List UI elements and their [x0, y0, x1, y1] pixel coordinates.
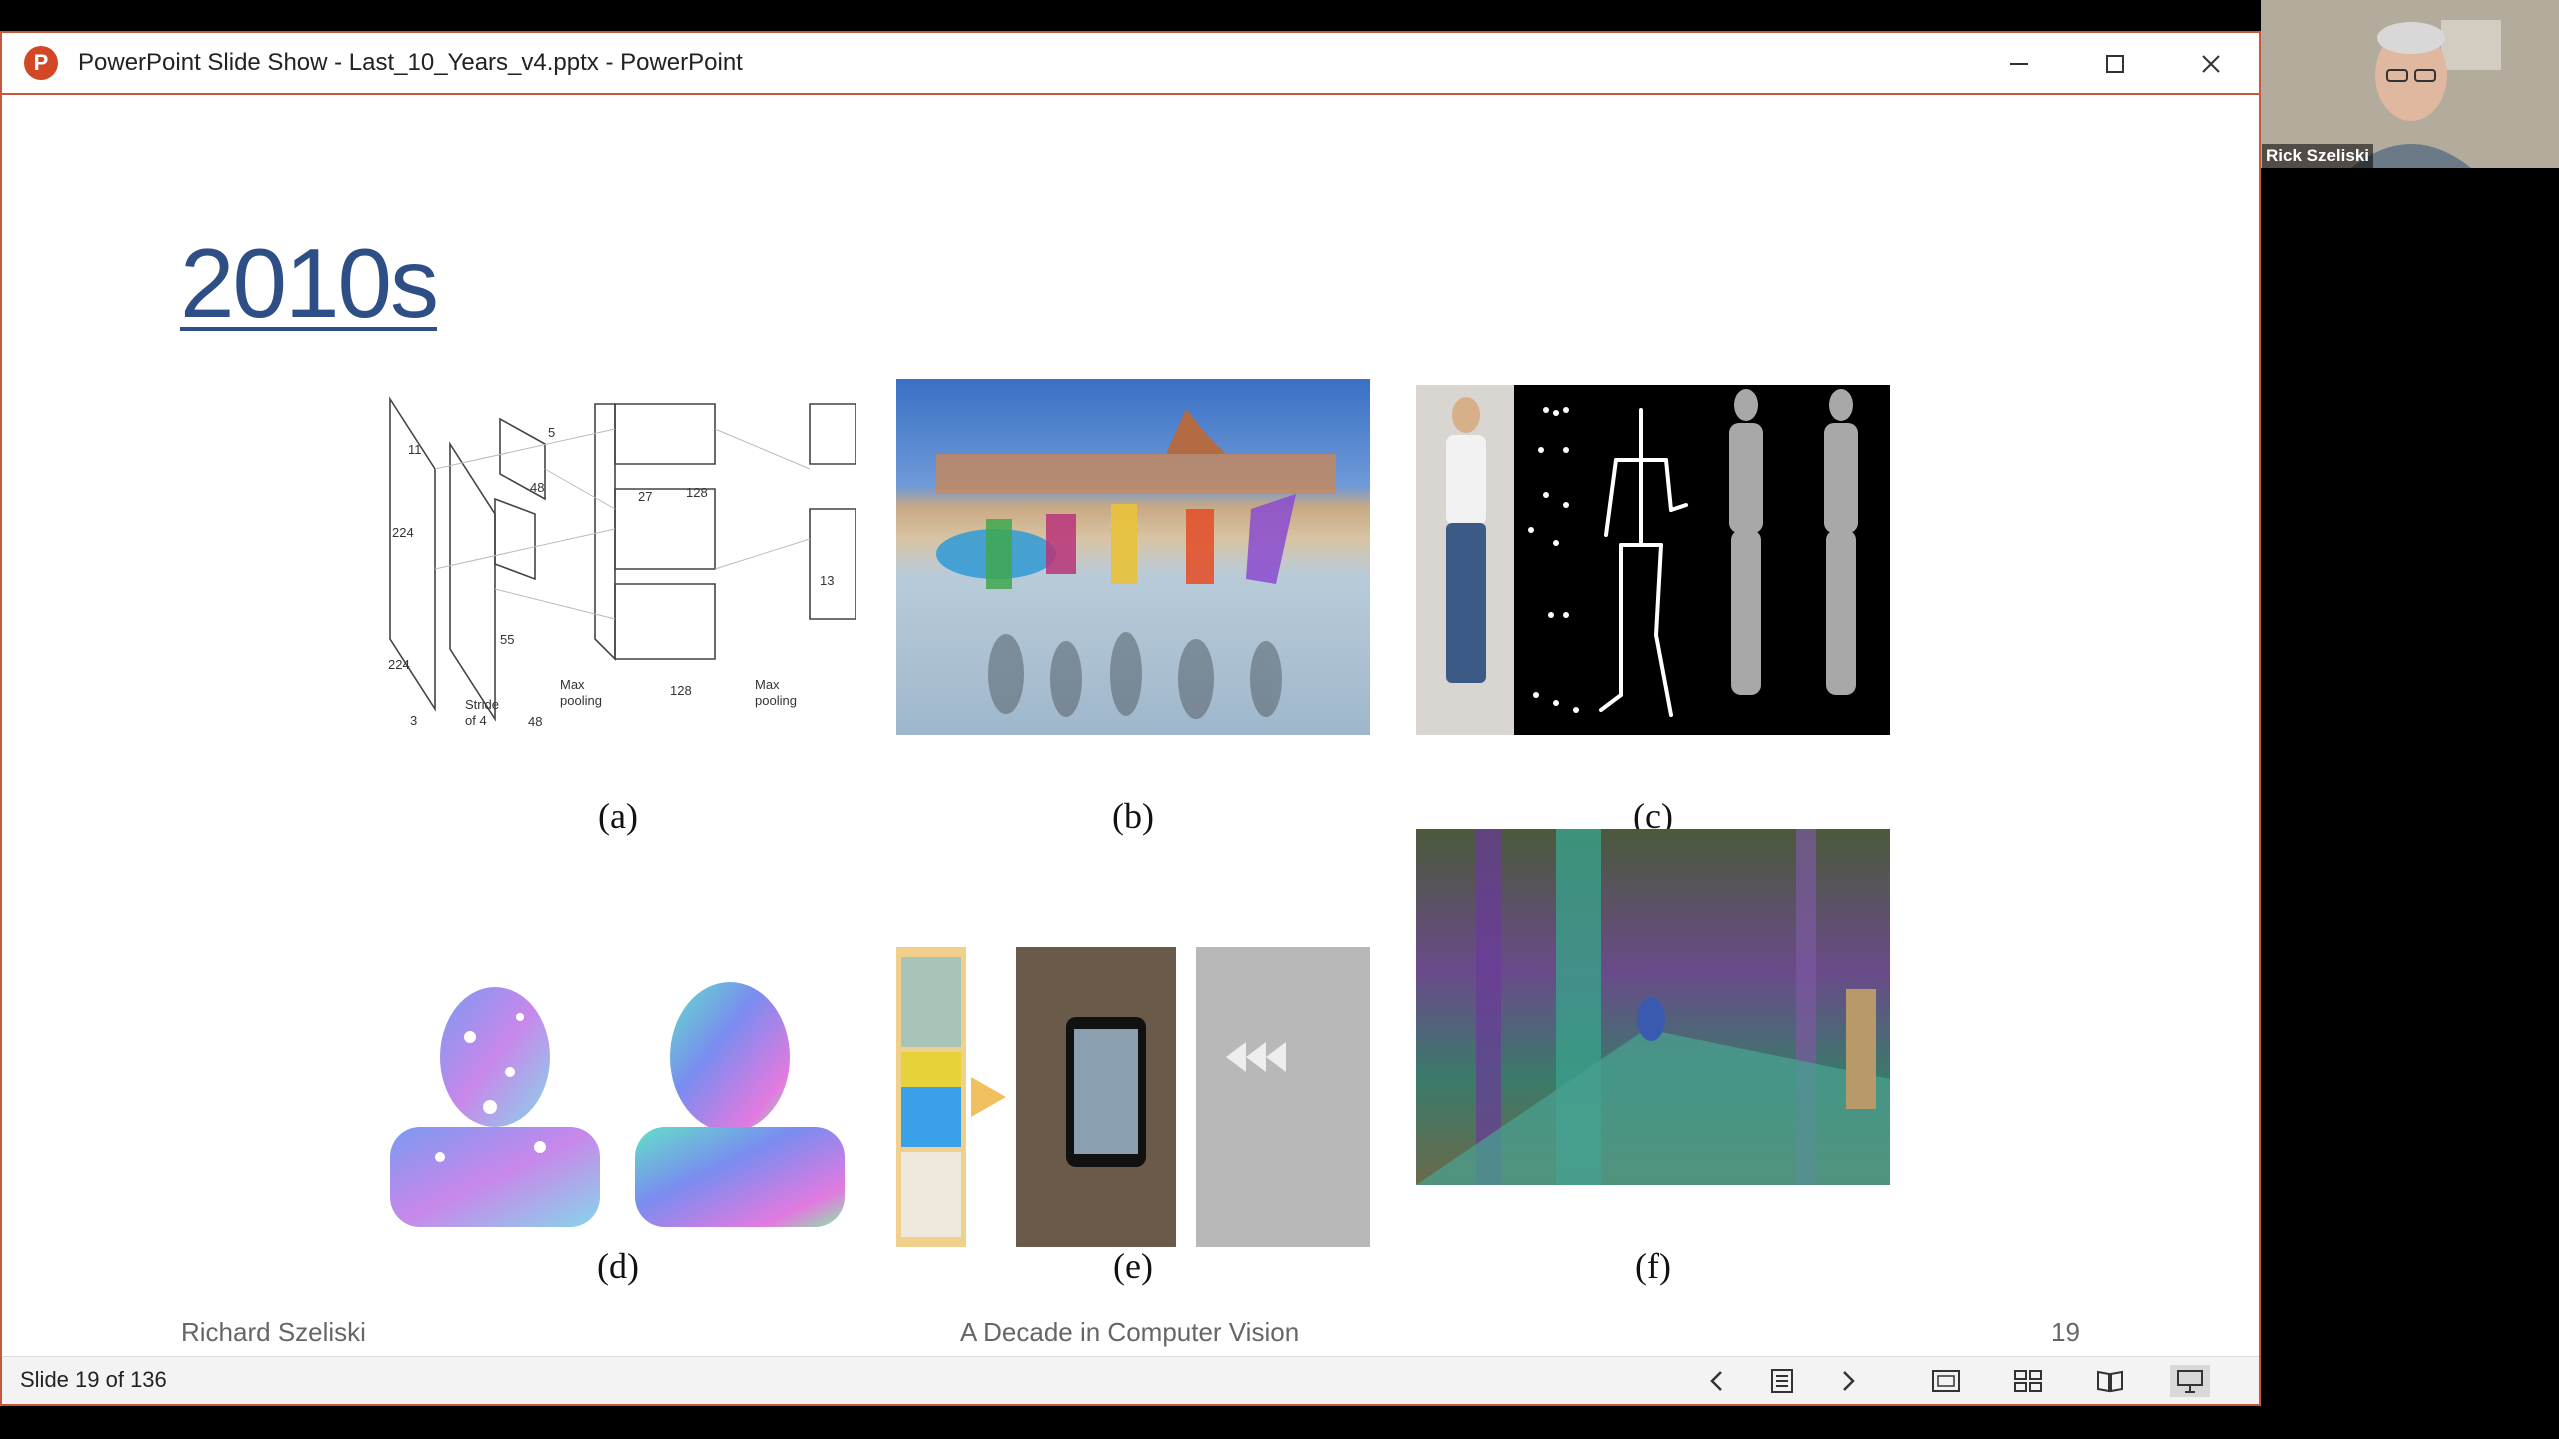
- label-max-1: Max: [560, 677, 585, 692]
- slide-title: 2010s: [180, 228, 439, 338]
- label-48: 48: [530, 480, 544, 495]
- webcam-video-tile: [2261, 0, 2559, 168]
- pose-estimation-illustration: [1416, 385, 1858, 735]
- forest-scene-illustration: [1416, 829, 1890, 1185]
- slide-sorter-button[interactable]: [2008, 1365, 2048, 1397]
- chevron-left-icon: [1710, 1371, 1722, 1391]
- figure-f-forest-segmentation: [1416, 829, 1890, 1185]
- maximize-button[interactable]: [2067, 33, 2163, 95]
- presenter-video: [2261, 0, 2559, 168]
- participant-name-label: Rick Szeliski: [2262, 144, 2374, 168]
- grid-icon: [2014, 1370, 2042, 1392]
- label-of-4: of 4: [465, 713, 487, 728]
- close-icon: [2202, 55, 2220, 73]
- reading-view-button[interactable]: [2090, 1365, 2130, 1397]
- label-5: 5: [548, 425, 555, 440]
- figure-c-pose-estimation: [1416, 385, 1890, 735]
- normal-view-button[interactable]: [1926, 1365, 1966, 1397]
- minimize-icon: [2010, 63, 2028, 65]
- previous-slide-button[interactable]: [1697, 1365, 1737, 1397]
- label-224b: 224: [388, 657, 410, 672]
- figure-d-3d-face-reconstruction: [380, 977, 856, 1237]
- label-stride: Stride: [465, 697, 499, 712]
- footer-title: A Decade in Computer Vision: [960, 1317, 1300, 1347]
- figure-a-cnn-diagram: 224 224 11 Stride of 4 55 48 5 3 48 Max …: [380, 389, 856, 729]
- book-icon: [2097, 1370, 2123, 1393]
- cnn-architecture-drawing: 224 224 11 Stride of 4 55 48 5 3 48 Max …: [388, 396, 856, 729]
- label-27: 27: [638, 489, 652, 504]
- label-55: 55: [500, 632, 514, 647]
- next-slide-button[interactable]: [1828, 1365, 1868, 1397]
- maximize-icon: [2106, 55, 2124, 73]
- label-3: 3: [410, 713, 417, 728]
- label-13: 13: [820, 573, 834, 588]
- presentation-icon: [2177, 1370, 2203, 1393]
- caption-d: (d): [597, 1246, 639, 1286]
- window-title: PowerPoint Slide Show - Last_10_Years_v4…: [78, 49, 743, 76]
- label-pooling-2: pooling: [755, 693, 797, 708]
- footer-page-number: 19: [2051, 1317, 2080, 1347]
- beach-scene-illustration: [936, 409, 1336, 719]
- caption-b: (b): [1112, 796, 1154, 836]
- slide-counter: Slide 19 of 136: [20, 1367, 167, 1392]
- label-128b: 128: [670, 683, 692, 698]
- minimize-button[interactable]: [1971, 33, 2067, 95]
- footer-author: Richard Szeliski: [181, 1317, 366, 1347]
- label-128: 128: [686, 485, 708, 500]
- label-pooling-1: pooling: [560, 693, 602, 708]
- figure-b-beach-segmentation: [896, 379, 1370, 735]
- ar-depth-illustration: [896, 947, 1370, 1247]
- slide-canvas: 2010s 224 224 11 Stride of 4 55 48 5 3 4…: [8, 97, 2253, 1388]
- caption-e: (e): [1113, 1246, 1153, 1286]
- screen: P PowerPoint Slide Show - Last_10_Years_…: [0, 0, 2559, 1439]
- normal-view-icon: [1932, 1370, 1960, 1392]
- caption-a: (a): [598, 796, 638, 836]
- label-48b: 48: [528, 714, 542, 729]
- face-normal-maps: [390, 982, 845, 1227]
- label-11: 11: [408, 442, 422, 457]
- figure-e-ar-depth: [896, 947, 1370, 1247]
- powerpoint-window: P PowerPoint Slide Show - Last_10_Years_…: [0, 31, 2261, 1406]
- label-224: 224: [392, 525, 414, 540]
- notes-page-icon: [1771, 1369, 1793, 1393]
- window-controls: [1971, 33, 2259, 95]
- powerpoint-logo-icon: P: [24, 46, 58, 80]
- slideshow-view-button[interactable]: [2170, 1365, 2210, 1397]
- caption-f: (f): [1635, 1246, 1671, 1286]
- slide-menu-button[interactable]: [1762, 1365, 1802, 1397]
- chevron-right-icon: [1843, 1371, 1855, 1391]
- title-bar: P PowerPoint Slide Show - Last_10_Years_…: [2, 33, 2259, 95]
- close-button[interactable]: [2163, 33, 2259, 95]
- status-bar: Slide 19 of 136: [2, 1356, 2259, 1404]
- label-max-2: Max: [755, 677, 780, 692]
